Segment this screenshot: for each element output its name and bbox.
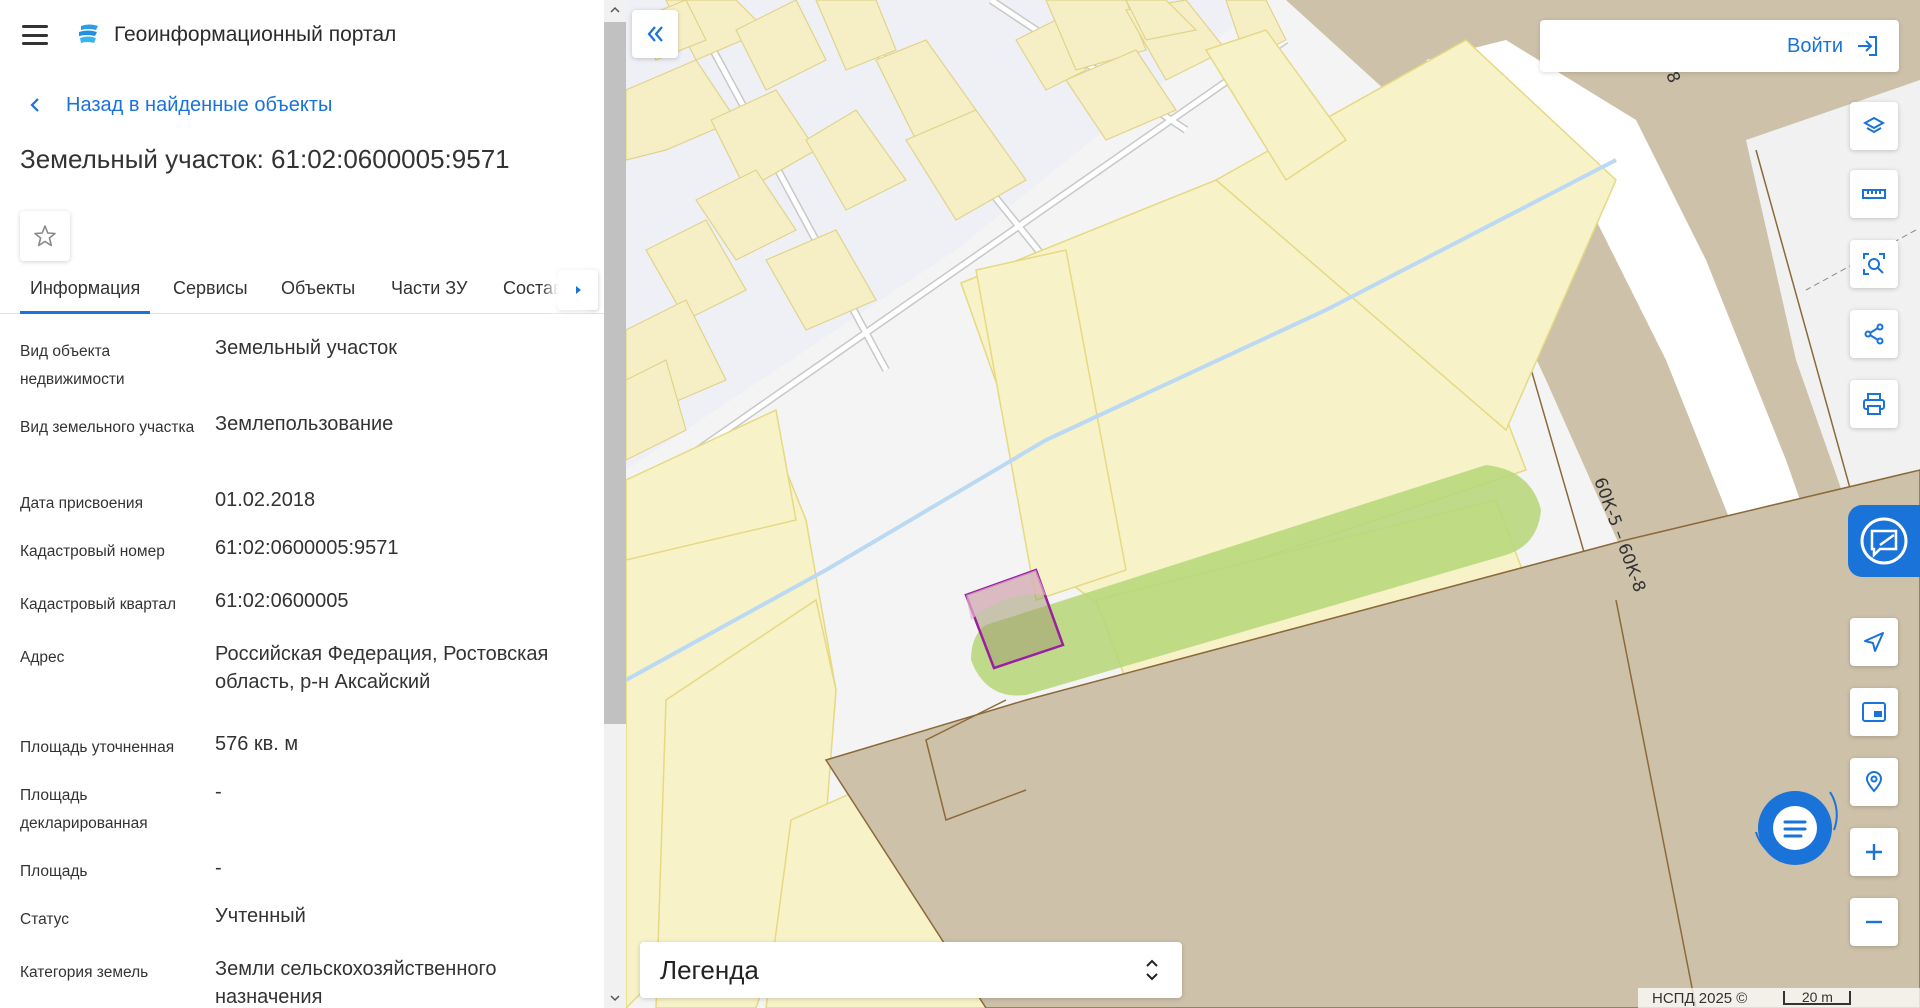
double-chevron-left-icon bbox=[647, 26, 663, 42]
scrollbar-thumb[interactable] bbox=[604, 22, 626, 724]
login-icon bbox=[1858, 36, 1877, 56]
map-canvas[interactable]: 60К-5 – 60К-8 8 bbox=[626, 0, 1920, 1008]
property-label: Вид объекта недвижимости bbox=[20, 343, 125, 388]
property-value: Землепользование bbox=[215, 413, 394, 435]
scroll-up-arrow-icon[interactable] bbox=[604, 0, 626, 20]
favorite-button[interactable] bbox=[20, 211, 70, 261]
zoom-out-button[interactable] bbox=[1850, 898, 1898, 946]
chat-assistant-button[interactable] bbox=[1746, 772, 1842, 868]
object-info-panel: Геоинформационный портал Назад в найденн… bbox=[0, 0, 604, 1008]
page-title: Земельный участок: 61:02:0600005:9571 bbox=[20, 144, 510, 174]
tab-parts[interactable]: Части ЗУ bbox=[391, 266, 467, 314]
login-label: Войти bbox=[1787, 34, 1843, 57]
property-label: Категория земель bbox=[20, 964, 149, 981]
tabs-scroll-right-button[interactable] bbox=[558, 270, 598, 310]
legend-label: Легенда bbox=[660, 954, 759, 985]
property-label: Адрес bbox=[20, 649, 65, 666]
tab-objects[interactable]: Объекты bbox=[281, 266, 355, 314]
hamburger-menu-icon[interactable] bbox=[22, 25, 48, 45]
property-label: Кадастровый номер bbox=[20, 543, 165, 560]
property-value: 01.02.2018 bbox=[215, 489, 316, 511]
property-value: - bbox=[215, 781, 222, 803]
chevron-up-down-icon bbox=[1146, 959, 1158, 981]
minimap-icon bbox=[1862, 702, 1886, 722]
panel-scrollbar[interactable] bbox=[604, 0, 626, 1008]
feedback-icon bbox=[1860, 517, 1908, 565]
collapse-panel-button[interactable] bbox=[632, 10, 678, 58]
property-label: Дата присвоения bbox=[20, 495, 143, 512]
tab-services[interactable]: Сервисы bbox=[173, 266, 248, 314]
property-value: 576 кв. м bbox=[215, 733, 299, 755]
property-label: Кадастровый квартал bbox=[20, 596, 177, 613]
feedback-side-tab[interactable] bbox=[1848, 505, 1920, 577]
back-to-results-link[interactable]: Назад в найденные объекты bbox=[0, 70, 604, 140]
zoom-out-icon bbox=[1866, 920, 1882, 924]
chevron-left-icon bbox=[30, 98, 39, 112]
portal-logo-icon bbox=[79, 24, 98, 43]
map-scale: 20 m bbox=[1783, 990, 1852, 1005]
ruler-button[interactable] bbox=[1850, 170, 1898, 218]
app-header: Геоинформационный портал bbox=[0, 0, 604, 70]
location-search-icon bbox=[1865, 771, 1883, 793]
location-search-button[interactable] bbox=[1850, 758, 1898, 806]
print-button[interactable] bbox=[1850, 380, 1898, 428]
star-outline-icon bbox=[34, 225, 56, 247]
property-value: Земельный участок bbox=[215, 337, 398, 359]
caret-right-icon bbox=[576, 286, 581, 294]
legend-toggle[interactable]: Легенда bbox=[640, 942, 1182, 998]
zoom-in-button[interactable] bbox=[1850, 828, 1898, 876]
property-value: Учтенный bbox=[215, 905, 306, 927]
layers-button[interactable] bbox=[1850, 102, 1898, 150]
app-title: Геоинформационный портал bbox=[114, 23, 397, 46]
property-label: Площадь декларированная bbox=[20, 787, 148, 832]
zoom-in-icon bbox=[1866, 844, 1882, 860]
share-icon bbox=[1864, 323, 1884, 345]
property-label: Статус bbox=[20, 911, 69, 928]
tab-composition[interactable]: Состав bbox=[503, 266, 563, 314]
navigate-icon bbox=[1864, 632, 1884, 652]
tab-information[interactable]: Информация bbox=[20, 266, 151, 314]
minimap-button[interactable] bbox=[1850, 688, 1898, 736]
login-button[interactable]: Войти bbox=[1540, 20, 1899, 72]
ruler-icon bbox=[1862, 189, 1886, 199]
print-icon bbox=[1863, 393, 1885, 415]
property-value: Российская Федерация, Ростовская область… bbox=[215, 643, 549, 693]
share-button[interactable] bbox=[1850, 310, 1898, 358]
property-value: 61:02:0600005 bbox=[215, 590, 349, 612]
scroll-down-arrow-icon[interactable] bbox=[604, 988, 626, 1008]
map-attribution: НСПД 2025 © 20 m bbox=[1638, 988, 1920, 1008]
property-label: Площадь уточненная bbox=[20, 739, 175, 756]
navigate-button[interactable] bbox=[1850, 618, 1898, 666]
layers-icon bbox=[1862, 116, 1886, 134]
attribution-text: НСПД 2025 © bbox=[1652, 989, 1748, 1007]
property-value: Земли сельскохозяйственного назначения bbox=[215, 958, 497, 1008]
cadastral-map[interactable]: 60К-5 – 60К-8 8 bbox=[626, 0, 1920, 1008]
area-search-button[interactable] bbox=[1850, 240, 1898, 288]
panel-content[interactable]: Геоинформационный портал Назад в найденн… bbox=[0, 0, 604, 1008]
back-link-label: Назад в найденные объекты bbox=[66, 93, 333, 116]
property-value: 61:02:0600005:9571 bbox=[215, 537, 399, 559]
property-label: Площадь bbox=[20, 863, 88, 880]
property-label: Вид земельного участка bbox=[20, 419, 195, 436]
property-value: - bbox=[215, 857, 222, 879]
object-tabs: Информация Сервисы Объекты Части ЗУ Сост… bbox=[0, 266, 604, 314]
area-search-icon bbox=[1863, 253, 1885, 275]
